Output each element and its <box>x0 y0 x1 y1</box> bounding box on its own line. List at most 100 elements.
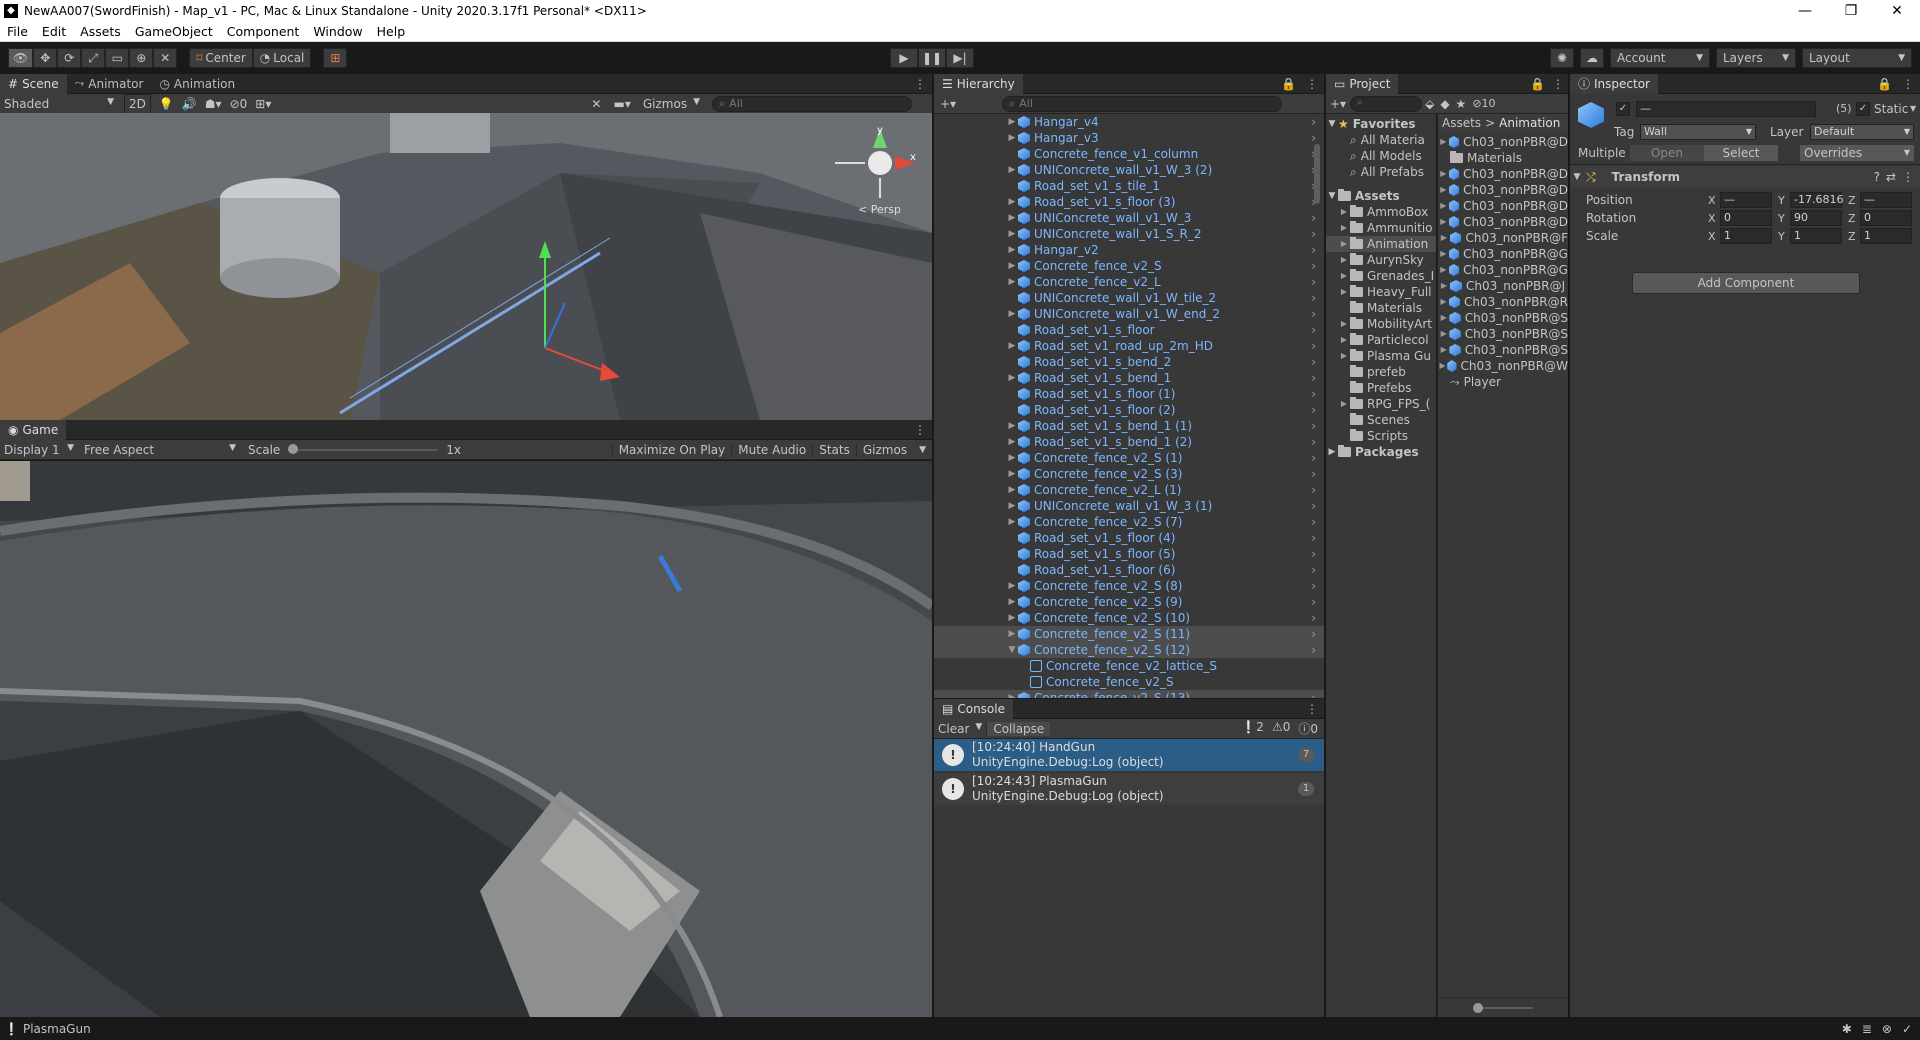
transform-header[interactable]: ▼ ⤭ Transform ? ⇄ ⋮ <box>1570 166 1920 188</box>
expand-arrow-icon[interactable]: ▶ <box>1438 214 1449 230</box>
object-name-field[interactable]: — <box>1636 101 1816 117</box>
expand-arrow-icon[interactable]: ▶ <box>1006 130 1018 146</box>
project-asset[interactable]: ▶ Ch03_nonPBR@W <box>1438 358 1568 374</box>
hierarchy-item[interactable]: UNIConcrete_wall_v1_W_tile_2 › <box>934 290 1324 306</box>
open-prefab-chevron-icon[interactable]: › <box>1311 370 1324 386</box>
rotate-tool-button[interactable]: ⟳ <box>57 48 82 68</box>
expand-arrow-icon[interactable]: ▶ <box>1006 434 1018 450</box>
tab-animation[interactable]: ◷ Animation <box>151 74 243 94</box>
project-asset[interactable]: ▶ Ch03_nonPBR@D <box>1438 214 1568 230</box>
minimize-button[interactable]: — <box>1782 3 1828 19</box>
favorite-item[interactable]: ⌕ All Materia <box>1326 132 1436 148</box>
scene-search-input[interactable]: ⌕ All <box>712 95 912 112</box>
static-checkbox[interactable]: ✓ <box>1856 102 1870 116</box>
pivot-local-button[interactable]: ◔ Local <box>252 48 312 68</box>
expand-arrow-icon[interactable]: ▶ <box>1006 594 1018 610</box>
favorite-item[interactable]: ⌕ All Models <box>1326 148 1436 164</box>
menu-file[interactable]: File <box>0 24 35 39</box>
open-prefab-chevron-icon[interactable]: › <box>1311 578 1324 594</box>
open-prefab-chevron-icon[interactable]: › <box>1311 242 1324 258</box>
hierarchy-item[interactable]: ▶ Concrete_fence_v2_S (13) › <box>934 690 1324 698</box>
expand-arrow-icon[interactable]: ▶ <box>1006 514 1018 530</box>
project-folder[interactable]: ▶ AmmoBox <box>1326 204 1436 220</box>
expand-arrow-icon[interactable]: ▶ <box>1338 252 1350 268</box>
expand-arrow-icon[interactable]: ▶ <box>1438 230 1450 246</box>
project-asset[interactable]: ▶ Ch03_nonPBR@S <box>1438 342 1568 358</box>
step-button[interactable]: ▶| <box>946 48 974 68</box>
tools-icon[interactable]: ✕ <box>591 97 601 111</box>
expand-arrow-icon[interactable]: ▶ <box>1006 242 1018 258</box>
open-prefab-chevron-icon[interactable]: › <box>1311 338 1324 354</box>
project-asset[interactable]: ▶ Ch03_nonPBR@F <box>1438 230 1568 246</box>
project-folder[interactable]: ▶ Heavy_Full <box>1326 284 1436 300</box>
hierarchy-item[interactable]: ▶ Concrete_fence_v2_S (10) › <box>934 610 1324 626</box>
transform-z-field[interactable]: 1 <box>1860 228 1912 244</box>
expand-arrow-icon[interactable]: ▶ <box>1338 236 1350 252</box>
static-dropdown-arrow-icon[interactable]: ▼ <box>1910 104 1916 113</box>
project-asset[interactable]: ▶ Ch03_nonPBR@G <box>1438 246 1568 262</box>
layers-dropdown[interactable]: Layers ▼ <box>1716 48 1796 68</box>
expand-arrow-icon[interactable]: ▶ <box>1006 338 1018 354</box>
open-prefab-chevron-icon[interactable]: › <box>1311 498 1324 514</box>
lock-icon[interactable]: 🔒 <box>1277 77 1300 91</box>
expand-arrow-icon[interactable]: ▶ <box>1006 690 1018 698</box>
project-folder[interactable]: Materials <box>1326 300 1436 316</box>
console-entry[interactable]: ! [10:24:40] HandGun UnityEngine.Debug:Log… <box>934 739 1324 771</box>
pivot-center-button[interactable]: ⌑ Center <box>189 48 253 68</box>
expand-arrow-icon[interactable]: ▶ <box>1338 316 1350 332</box>
shading-dropdown[interactable]: Shaded ▼ <box>0 97 118 111</box>
project-folder[interactable]: ▶ Ammunitio <box>1326 220 1436 236</box>
open-prefab-chevron-icon[interactable]: › <box>1311 290 1324 306</box>
gizmos-dropdown[interactable]: Gizmos ▼ <box>639 97 704 111</box>
stack-icon[interactable]: ≣ <box>1862 1022 1872 1036</box>
hierarchy-item[interactable]: ▶ Concrete_fence_v2_S (1) › <box>934 450 1324 466</box>
hierarchy-item[interactable]: Road_set_v1_s_floor (2) › <box>934 402 1324 418</box>
scene-menu-icon[interactable]: ⋮ <box>908 77 932 91</box>
expand-arrow-icon[interactable]: ▶ <box>1006 274 1018 290</box>
tab-project[interactable]: ▭ Project <box>1326 73 1399 94</box>
transform-x-field[interactable]: — <box>1720 192 1772 208</box>
hierarchy-item[interactable]: ▶ UNIConcrete_wall_v1_S_R_2 › <box>934 226 1324 242</box>
hierarchy-item[interactable]: ▶ Concrete_fence_v2_S (3) › <box>934 466 1324 482</box>
expand-arrow-icon[interactable]: ▶ <box>1438 134 1449 150</box>
open-prefab-chevron-icon[interactable]: › <box>1311 466 1324 482</box>
hierarchy-item[interactable]: ▶ Concrete_fence_v2_S (8) › <box>934 578 1324 594</box>
hierarchy-item[interactable]: ▶UNIConcrete_wall_v1_W_3 (2)› <box>934 162 1324 178</box>
hierarchy-item[interactable]: ▶ Road_set_v1_s_bend_1 (1) › <box>934 418 1324 434</box>
transform-row-label[interactable]: Rotation <box>1570 211 1708 225</box>
expand-arrow-icon[interactable]: ▶ <box>1006 194 1018 210</box>
inspector-menu-icon[interactable]: ⋮ <box>1896 77 1920 91</box>
project-asset[interactable]: ▶ Ch03_nonPBR@D <box>1438 182 1568 198</box>
expand-arrow-icon[interactable]: ▶ <box>1338 396 1350 412</box>
cache-icon[interactable]: ⊗ <box>1882 1022 1892 1036</box>
services-button[interactable]: ✺ <box>1550 48 1574 68</box>
hierarchy-item[interactable]: ▶ Road_set_v1_s_bend_1 › <box>934 370 1324 386</box>
bug-icon[interactable]: ✱ <box>1842 1022 1852 1036</box>
hierarchy-item[interactable]: Road_set_v1_s_floor (1) › <box>934 386 1324 402</box>
menu-assets[interactable]: Assets <box>73 24 128 39</box>
hierarchy-item[interactable]: Concrete_fence_v1_column› <box>934 146 1324 162</box>
open-prefab-chevron-icon[interactable]: › <box>1311 610 1324 626</box>
project-folder[interactable]: ▶ RPG_FPS_( <box>1326 396 1436 412</box>
layer-dropdown[interactable]: Default ▼ <box>1810 124 1914 140</box>
project-folder[interactable]: prefeb <box>1326 364 1436 380</box>
hierarchy-item[interactable]: Road_set_v1_s_tile_1› <box>934 178 1324 194</box>
game-viewport[interactable] <box>0 461 932 1017</box>
transform-y-field[interactable]: 90 <box>1790 210 1842 226</box>
favorite-star-icon[interactable]: ★ <box>1453 97 1470 111</box>
hierarchy-item[interactable]: ▶Road_set_v1_s_floor (3)› <box>934 194 1324 210</box>
transform-z-field[interactable]: — <box>1860 192 1912 208</box>
project-asset[interactable]: ▶ Ch03_nonPBR@D <box>1438 134 1568 150</box>
expand-arrow-icon[interactable]: ▶ <box>1438 358 1447 374</box>
open-prefab-chevron-icon[interactable]: › <box>1311 274 1324 290</box>
audio-icon[interactable]: 🔊 <box>182 97 197 111</box>
hierarchy-item[interactable]: Road_set_v1_s_floor (5) › <box>934 546 1324 562</box>
breadcrumb-animation[interactable]: Animation <box>1499 116 1560 130</box>
expand-arrow-icon[interactable]: ▶ <box>1006 450 1018 466</box>
project-asset[interactable]: ▶ Ch03_nonPBR@D <box>1438 166 1568 182</box>
project-asset[interactable]: ▶ Ch03_nonPBR@S <box>1438 310 1568 326</box>
view-tool-button[interactable]: 👁 <box>8 48 34 68</box>
expand-arrow-icon[interactable]: ▶ <box>1006 370 1018 386</box>
assets-header[interactable]: ▼ Assets <box>1326 188 1436 204</box>
stats-toggle[interactable]: Stats <box>812 442 856 457</box>
